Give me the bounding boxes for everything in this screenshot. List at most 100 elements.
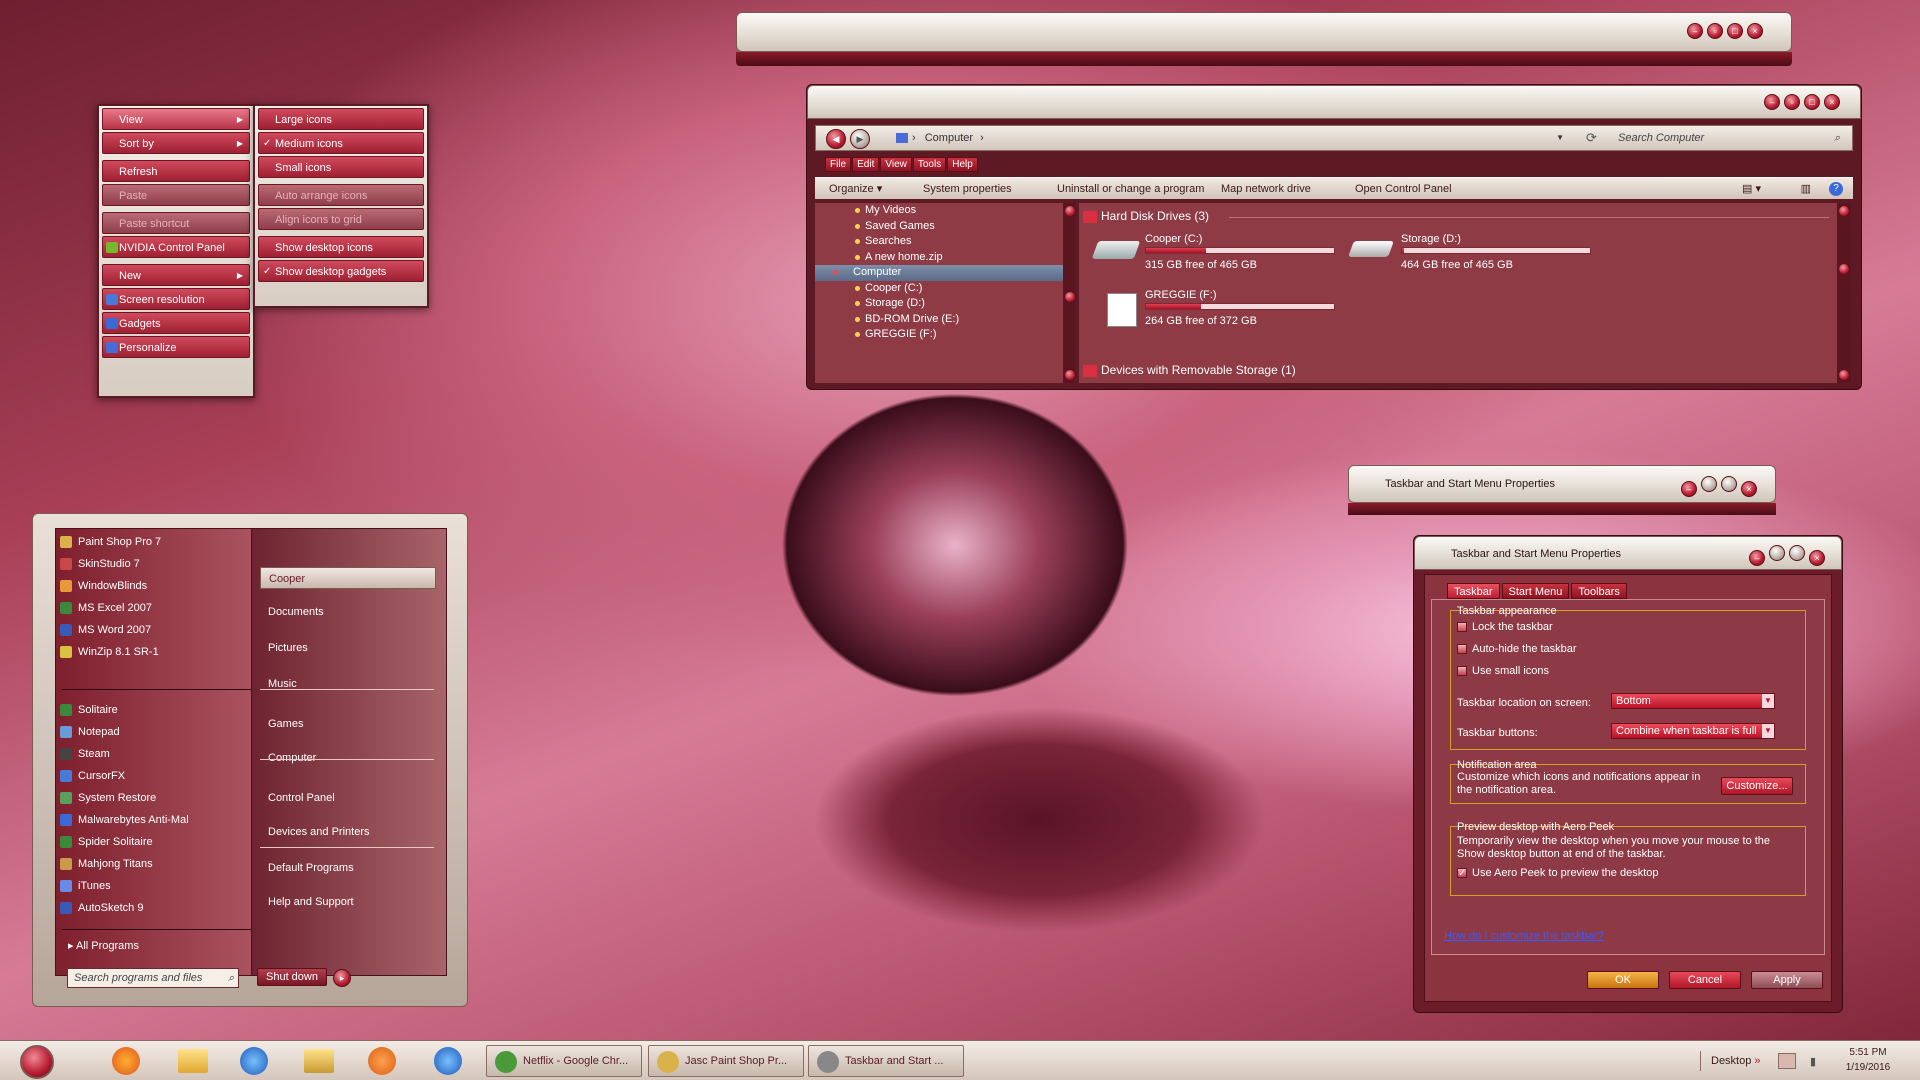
start-menu-program[interactable]: AutoSketch 9 <box>56 899 278 917</box>
submenu-item[interactable]: Small icons <box>258 156 424 178</box>
tree-item[interactable]: A new home.zip <box>815 250 1067 266</box>
chevron-down-icon[interactable]: ▼ <box>1762 724 1774 738</box>
expand-icon[interactable] <box>855 254 860 260</box>
restore-icon[interactable] <box>1701 476 1717 492</box>
buttons-select[interactable]: Combine when taskbar is full ▼ <box>1611 723 1775 739</box>
explorer-titlebar[interactable]: – ▫ □ × <box>807 85 1861 119</box>
start-menu-program[interactable]: WindowBlinds <box>56 577 278 595</box>
context-menu-item[interactable]: Refresh <box>102 160 250 182</box>
firefox-icon[interactable] <box>112 1047 140 1075</box>
lock-taskbar-checkbox[interactable]: Lock the taskbar <box>1457 621 1799 643</box>
checkbox-checked-icon[interactable]: ✓ <box>1457 868 1467 879</box>
small-icons-checkbox[interactable]: Use small icons <box>1457 665 1799 687</box>
taskbar-window-button[interactable]: Jasc Paint Shop Pr... <box>648 1045 804 1077</box>
start-menu-program[interactable]: Notepad▶ <box>56 723 278 741</box>
tree-item[interactable]: My Videos <box>815 203 1067 219</box>
aero-peek-checkbox[interactable]: ✓ Use Aero Peek to preview the desktop <box>1457 867 1799 879</box>
search-icon[interactable]: ⌕ <box>1834 129 1840 147</box>
start-menu-place[interactable]: Devices and Printers <box>260 821 436 843</box>
expand-icon[interactable] <box>855 208 860 213</box>
content-scrollbar[interactable] <box>1837 203 1851 383</box>
address-dropdown-icon[interactable]: ▼ <box>1556 129 1564 147</box>
start-menu-program[interactable]: WinZip 8.1 SR-1▶ <box>56 643 278 661</box>
address-bar[interactable]: › Computer › ▼ <box>896 129 1576 147</box>
checkbox-icon[interactable] <box>1457 644 1467 655</box>
start-menu-place[interactable]: Pictures <box>260 637 436 659</box>
location-select[interactable]: Bottom ▼ <box>1611 693 1775 709</box>
checkbox-icon[interactable] <box>1457 622 1467 633</box>
toolbar-button[interactable]: Uninstall or change a program <box>1057 178 1204 200</box>
start-menu-place[interactable]: Cooper <box>260 567 436 589</box>
tray-icon[interactable] <box>1778 1053 1796 1069</box>
show-desktop-toolbar[interactable]: Desktop » <box>1700 1051 1761 1071</box>
submenu-item[interactable]: Auto arrange icons <box>258 184 424 206</box>
tree-item[interactable]: BD-ROM Drive (E:) <box>815 312 1067 328</box>
drive-item[interactable]: Storage (D:) 464 GB free of 465 GB <box>1347 233 1591 273</box>
shutdown-button[interactable]: Shut down <box>257 968 327 986</box>
help-icon[interactable]: ? <box>1829 182 1843 196</box>
search-input[interactable]: Search Computer ⌕ <box>1612 129 1844 147</box>
tree-item[interactable]: GREGGIE (F:) <box>815 327 1067 343</box>
minimize-icon[interactable]: – <box>1687 23 1703 39</box>
menubar-item[interactable]: Edit <box>852 157 880 172</box>
search-icon[interactable]: ⌕ <box>228 969 234 987</box>
scroll-down-icon[interactable] <box>1064 369 1076 381</box>
submenu-item[interactable]: ✓ Show desktop gadgets <box>258 260 424 282</box>
start-menu-program[interactable]: MS Word 2007▶ <box>56 621 278 639</box>
maximize-icon[interactable] <box>1789 545 1805 561</box>
clock[interactable]: 5:51 PM 1/19/2016 <box>1838 1045 1898 1075</box>
maximize-icon[interactable]: □ <box>1727 23 1743 39</box>
start-menu-place[interactable]: Control Panel <box>260 787 436 809</box>
drive-item[interactable]: GREGGIE (F:) 264 GB free of 372 GB <box>1091 289 1335 329</box>
cancel-button[interactable]: Cancel <box>1669 971 1741 989</box>
start-search-input[interactable]: Search programs and files ⌕ <box>67 968 239 988</box>
views-icon[interactable]: ▤ ▾ <box>1742 178 1761 200</box>
toolbar-button[interactable]: Open Control Panel <box>1355 178 1452 200</box>
start-menu-program[interactable]: System Restore <box>56 789 278 807</box>
help-link[interactable]: How do I customize the taskbar? <box>1444 930 1604 942</box>
expand-icon[interactable] <box>855 223 860 229</box>
start-menu-program[interactable]: Steam▶ <box>56 745 278 763</box>
start-menu-program[interactable]: iTunes <box>56 877 278 895</box>
menubar-item[interactable]: Help <box>947 157 978 172</box>
tab-taskbar[interactable]: Taskbar <box>1447 583 1500 599</box>
file-manager-icon[interactable] <box>304 1049 334 1073</box>
start-menu-program[interactable]: Spider Solitaire <box>56 833 278 851</box>
collapse-icon[interactable] <box>1083 364 1097 377</box>
restore-icon[interactable]: ▫ <box>1707 23 1723 39</box>
context-menu-item[interactable]: Personalize <box>102 336 250 358</box>
checkbox-icon[interactable] <box>1457 666 1467 677</box>
group-removable-header[interactable]: Devices with Removable Storage (1) <box>1083 363 1296 377</box>
scroll-thumb[interactable] <box>1838 263 1850 275</box>
ok-button[interactable]: OK <box>1587 971 1659 989</box>
back-icon[interactable]: ◀ <box>826 129 846 149</box>
tree-item[interactable]: Cooper (C:) <box>815 281 1067 297</box>
context-menu-item[interactable]: Screen resolution <box>102 288 250 310</box>
context-menu-item[interactable]: NVIDIA Control Panel <box>102 236 250 258</box>
minimize-icon[interactable]: – <box>1749 550 1765 566</box>
restore-icon[interactable]: ▫ <box>1784 94 1800 110</box>
drive-item[interactable]: Cooper (C:) 315 GB free of 465 GB <box>1091 233 1335 273</box>
maximize-icon[interactable]: □ <box>1804 94 1820 110</box>
tree-item[interactable]: Storage (D:) <box>815 296 1067 312</box>
network-icon[interactable]: ▮ <box>1810 1055 1816 1068</box>
start-menu-program[interactable]: CursorFX <box>56 767 278 785</box>
ie-icon[interactable] <box>240 1047 268 1075</box>
context-menu-item[interactable]: Paste shortcut <box>102 212 250 234</box>
apply-button[interactable]: Apply <box>1751 971 1823 989</box>
tab-start-menu[interactable]: Start Menu <box>1501 583 1570 599</box>
toolbar-button[interactable]: Map network drive <box>1221 178 1311 200</box>
toolbar-button[interactable]: System properties <box>923 178 1012 200</box>
scroll-down-icon[interactable] <box>1838 369 1850 381</box>
empty-window-titlebar[interactable]: – ▫ □ × <box>736 12 1792 52</box>
menubar-item[interactable]: File <box>825 157 852 172</box>
tree-item[interactable]: Searches <box>815 234 1067 250</box>
restore-icon[interactable] <box>1769 545 1785 561</box>
scroll-up-icon[interactable] <box>1064 205 1076 217</box>
scroll-up-icon[interactable] <box>1838 205 1850 217</box>
context-menu-item[interactable]: Paste <box>102 184 250 206</box>
collapse-icon[interactable] <box>833 270 838 275</box>
preview-pane-icon[interactable]: ▥ <box>1801 178 1811 200</box>
dialog-titlebar[interactable]: Taskbar and Start Menu Properties – × <box>1414 536 1842 570</box>
folder-icon[interactable] <box>178 1049 208 1073</box>
